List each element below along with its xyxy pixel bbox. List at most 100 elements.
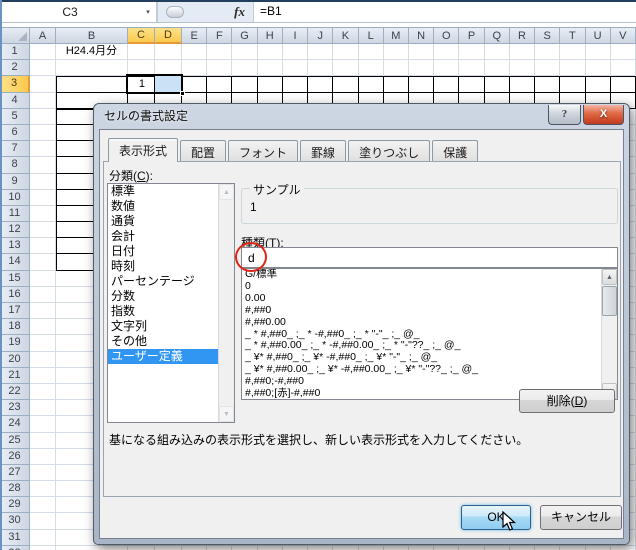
cell-C32[interactable] [128, 546, 155, 550]
cell-K1[interactable] [333, 44, 358, 60]
scroll-up-icon[interactable]: ▲ [219, 184, 234, 200]
row-header-22[interactable]: 22 [0, 384, 30, 400]
cell-A6[interactable] [30, 125, 56, 141]
category-item[interactable]: 文字列 [108, 319, 219, 334]
cell-F1[interactable] [207, 44, 232, 60]
row-header-28[interactable]: 28 [0, 481, 30, 497]
cell-A19[interactable] [30, 335, 56, 351]
cell-J2[interactable] [308, 60, 333, 76]
row-header-7[interactable]: 7 [0, 141, 30, 157]
cell-A12[interactable] [30, 222, 56, 238]
cell-A16[interactable] [30, 287, 56, 303]
column-header-O[interactable]: O [434, 27, 459, 44]
format-code-listbox[interactable]: ▲ ▼ G/標準00.00#,##0#,##0.00_ * #,##0_ ;_ … [241, 268, 618, 400]
dialog-help-button[interactable]: ? [548, 105, 581, 125]
row-header-27[interactable]: 27 [0, 465, 30, 481]
name-box-dropdown-icon[interactable]: ▾ [140, 8, 156, 16]
row-header-31[interactable]: 31 [0, 530, 30, 546]
row-header-32[interactable]: 32 [0, 546, 30, 550]
cell-J3[interactable] [308, 76, 333, 92]
cell-N32[interactable] [409, 546, 434, 550]
cell-A31[interactable] [30, 530, 56, 546]
cell-L2[interactable] [359, 60, 384, 76]
scroll-up-icon[interactable]: ▲ [602, 269, 617, 285]
row-header-30[interactable]: 30 [0, 513, 30, 529]
format-code-item[interactable]: #,##0 [242, 305, 602, 317]
row-header-29[interactable]: 29 [0, 497, 30, 513]
format-code-item[interactable]: #,##0.00 [242, 317, 602, 329]
cell-A3[interactable] [30, 76, 56, 92]
cell-O32[interactable] [434, 546, 459, 550]
insert-function-icon[interactable]: fx [234, 4, 245, 20]
cell-G1[interactable] [232, 44, 257, 60]
column-header-C[interactable]: C [128, 27, 155, 44]
cell-S1[interactable] [535, 44, 560, 60]
cell-A15[interactable] [30, 271, 56, 287]
column-header-B[interactable]: B [56, 27, 128, 44]
category-item[interactable]: 時刻 [108, 259, 219, 274]
column-header-S[interactable]: S [535, 27, 560, 44]
cell-A20[interactable] [30, 352, 56, 368]
cell-A14[interactable] [30, 254, 56, 270]
cell-G3[interactable] [232, 76, 257, 92]
category-item[interactable]: 数値 [108, 199, 219, 214]
column-header-T[interactable]: T [560, 27, 585, 44]
cell-B2[interactable] [56, 60, 128, 76]
row-header-18[interactable]: 18 [0, 319, 30, 335]
cell-F3[interactable] [207, 76, 232, 92]
cell-A21[interactable] [30, 368, 56, 384]
cell-H2[interactable] [258, 60, 283, 76]
row-header-3[interactable]: 3 [0, 76, 30, 92]
scrollbar-thumb[interactable] [602, 286, 617, 316]
delete-button[interactable]: 削除(D) [519, 389, 615, 413]
cell-A2[interactable] [30, 60, 56, 76]
type-input[interactable]: d [241, 247, 618, 268]
cell-A1[interactable] [30, 44, 56, 60]
cell-C1[interactable] [128, 44, 155, 60]
cell-A4[interactable] [30, 93, 56, 109]
cell-U3[interactable] [586, 76, 611, 92]
cell-J1[interactable] [308, 44, 333, 60]
column-header-L[interactable]: L [359, 27, 384, 44]
cell-A7[interactable] [30, 141, 56, 157]
cell-N1[interactable] [409, 44, 434, 60]
row-header-26[interactable]: 26 [0, 449, 30, 465]
category-item[interactable]: パーセンテージ [108, 274, 219, 289]
category-item[interactable]: 分数 [108, 289, 219, 304]
cell-H1[interactable] [258, 44, 283, 60]
column-header-N[interactable]: N [409, 27, 434, 44]
tab-1[interactable]: 表示形式 [108, 138, 178, 162]
cell-I32[interactable] [283, 546, 308, 550]
cell-M2[interactable] [384, 60, 409, 76]
cell-A9[interactable] [30, 174, 56, 190]
cell-I1[interactable] [283, 44, 308, 60]
column-header-V[interactable]: V [611, 27, 636, 44]
cell-I2[interactable] [283, 60, 308, 76]
column-header-R[interactable]: R [510, 27, 535, 44]
cell-A26[interactable] [30, 449, 56, 465]
cell-A23[interactable] [30, 400, 56, 416]
cell-E32[interactable] [182, 546, 207, 550]
column-header-F[interactable]: F [207, 27, 232, 44]
cell-K3[interactable] [333, 76, 358, 92]
cell-A5[interactable] [30, 109, 56, 125]
cell-V2[interactable] [611, 60, 636, 76]
cell-H3[interactable] [258, 76, 283, 92]
tab-5[interactable]: 塗りつぶし [348, 140, 430, 161]
row-header-23[interactable]: 23 [0, 400, 30, 416]
cell-T1[interactable] [560, 44, 585, 60]
category-item[interactable]: 日付 [108, 244, 219, 259]
cell-A13[interactable] [30, 238, 56, 254]
cell-A22[interactable] [30, 384, 56, 400]
cell-N3[interactable] [409, 76, 434, 92]
column-header-Q[interactable]: Q [485, 27, 510, 44]
cell-B3[interactable] [56, 76, 128, 92]
category-item[interactable]: 通貨 [108, 214, 219, 229]
row-header-2[interactable]: 2 [0, 60, 30, 76]
row-header-16[interactable]: 16 [0, 287, 30, 303]
cell-P3[interactable] [459, 76, 484, 92]
cell-K32[interactable] [333, 546, 358, 550]
column-header-E[interactable]: E [182, 27, 207, 44]
cell-L32[interactable] [359, 546, 384, 550]
cell-K2[interactable] [333, 60, 358, 76]
